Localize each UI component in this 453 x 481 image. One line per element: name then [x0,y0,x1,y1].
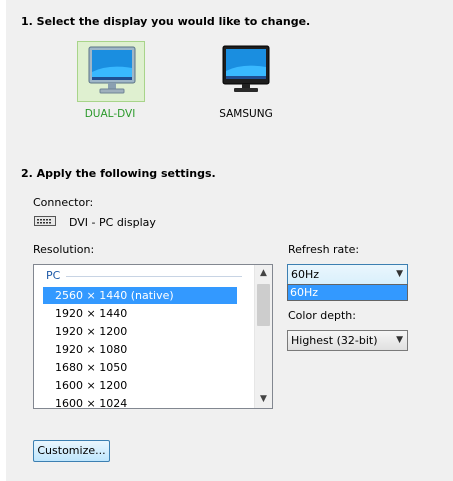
customize-button[interactable]: Customize... [33,440,110,462]
resolution-option[interactable]: 2560 × 1440 (native) [43,287,237,304]
resolution-group-header: PC [46,269,61,282]
resolution-listbox[interactable]: PC 2560 × 1440 (native) 1920 × 1440 1920… [33,264,273,409]
refresh-rate-label: Refresh rate: [288,243,360,256]
resolution-scrollbar[interactable]: ▲ ▼ [254,265,272,408]
refresh-rate-dropdown[interactable]: 60Hz [287,284,408,301]
refresh-rate-option[interactable]: 60Hz [288,285,407,300]
scroll-up-icon[interactable]: ▲ [255,265,272,282]
section2-title: 2. Apply the following settings. [21,167,216,180]
chevron-down-icon: ▼ [396,269,403,279]
scrollbar-thumb[interactable] [257,284,270,326]
display-dual-dvi[interactable] [77,41,145,102]
refresh-rate-value: 60Hz [291,268,320,281]
resolution-option[interactable]: 1680 × 1050 [43,359,237,376]
monitor-icon [222,45,270,92]
color-depth-value: Highest (32-bit) [291,334,378,347]
chevron-down-icon: ▼ [396,335,403,345]
color-depth-select[interactable]: Highest (32-bit) ▼ [287,330,408,351]
scroll-down-icon[interactable]: ▼ [255,391,272,408]
resolution-option[interactable]: 1920 × 1200 [43,323,237,340]
section1-title: 1. Select the display you would like to … [21,15,311,28]
resolution-label: Resolution: [33,243,95,256]
resolution-option[interactable]: 1920 × 1440 [43,305,237,322]
display-samsung[interactable] [212,41,280,102]
connector-label: Connector: [33,196,94,209]
dvi-connector-icon [34,216,56,226]
refresh-rate-select[interactable]: 60Hz ▼ [287,264,408,285]
display-label-dual-dvi: DUAL-DVI [84,108,136,120]
resolution-option[interactable]: 1920 × 1080 [43,341,237,358]
color-depth-label: Color depth: [288,309,356,322]
monitor-icon [88,46,136,94]
group-divider [66,276,242,277]
resolution-option[interactable]: 1600 × 1200 [43,377,237,394]
resolution-option[interactable]: 1600 × 1024 [43,395,237,408]
display-label-samsung: SAMSUNG [219,108,273,120]
connector-value: DVI - PC display [69,216,156,229]
